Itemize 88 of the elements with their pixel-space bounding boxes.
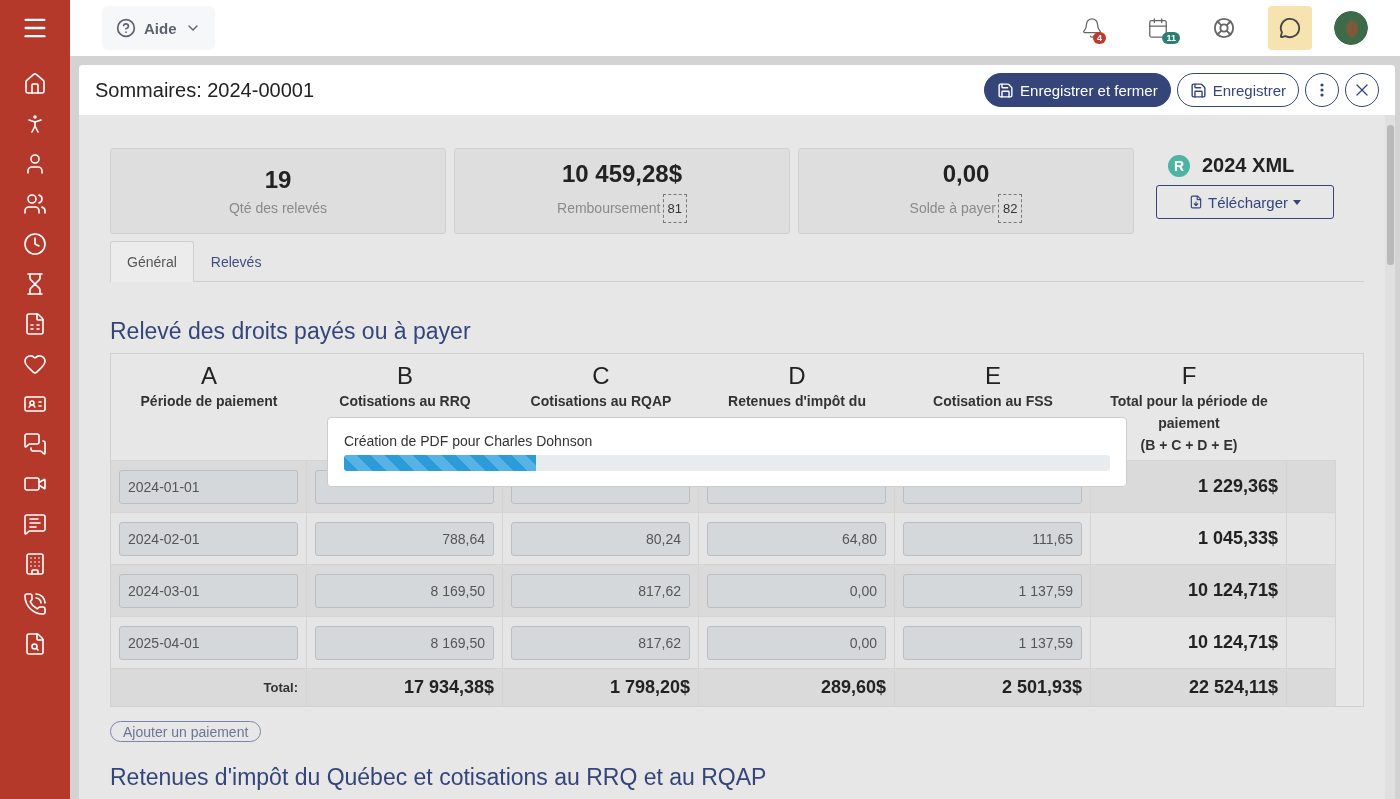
caret-icon (1293, 199, 1301, 205)
amount-field[interactable]: 0,00 (707, 573, 886, 608)
column-header: Cotisations au RRQ (339, 392, 471, 411)
column-letter: E (985, 362, 1001, 390)
column-total: 2 501,93$ (1001, 677, 1082, 698)
notification-count: 4 (1093, 32, 1106, 44)
amount-field[interactable]: 1 137,59 (903, 625, 1082, 660)
stat-value: 19 (264, 166, 292, 194)
download-button[interactable]: Télécharger (1156, 185, 1334, 219)
save-close-button[interactable]: Enregistrer et fermer (984, 73, 1171, 107)
save-button[interactable]: Enregistrer (1176, 73, 1299, 107)
box-number: 81 (662, 193, 687, 223)
amount-field[interactable]: 0,00 (707, 625, 886, 660)
box-number: 82 (997, 193, 1023, 223)
column-note: (B + C + D + E) (1140, 436, 1238, 455)
column-letter: A (201, 362, 217, 390)
scrollbar[interactable] (1385, 115, 1395, 799)
column-total: 1 798,20$ (609, 677, 690, 698)
r-badge: R (1168, 154, 1190, 177)
phone-icon[interactable] (23, 592, 47, 616)
lifebuoy-icon (1213, 17, 1235, 39)
column-header: Cotisations au RQAP (530, 392, 672, 411)
column-header: Cotisation au FSS (933, 392, 1053, 411)
spreadsheet-icon[interactable] (23, 312, 47, 336)
row-total: 10 124,71$ (1187, 580, 1278, 601)
xml-title: 2024 XML (1202, 154, 1295, 177)
column-letter: C (592, 362, 610, 390)
date-field[interactable]: 2025-04-01 (119, 625, 298, 660)
row-total: 1 045,33$ (1197, 528, 1278, 549)
report-search-icon[interactable] (23, 632, 47, 656)
help-icon (116, 18, 136, 38)
amount-field[interactable]: 817,62 (511, 625, 690, 660)
column-header: Retenues d'impôt du (728, 392, 866, 411)
amount-field[interactable]: 80,24 (511, 521, 690, 556)
calendar-button[interactable]: 11 (1136, 6, 1180, 50)
column-header: Total pour la période de paiement (1109, 392, 1269, 433)
heart-icon[interactable] (23, 352, 47, 376)
column-letter: D (788, 362, 806, 390)
column-letter: B (397, 362, 413, 390)
amount-field[interactable]: 111,65 (903, 521, 1082, 556)
save-icon (997, 81, 1015, 99)
total-label: Total: (263, 680, 298, 695)
column-letter: F (1181, 362, 1197, 390)
message-icon[interactable] (23, 512, 47, 536)
calendar-icon (1147, 17, 1169, 39)
save-icon (1189, 81, 1207, 99)
date-field[interactable]: 2024-01-01 (119, 469, 298, 504)
more-button[interactable] (1305, 73, 1339, 107)
chat-button[interactable] (1268, 6, 1312, 50)
more-icon (1320, 83, 1324, 97)
amount-field[interactable]: 817,62 (511, 573, 690, 608)
column-header: Période de paiement (140, 392, 278, 411)
help-button[interactable]: Aide (102, 6, 215, 50)
column-total: 17 934,38$ (403, 677, 494, 698)
tab[interactable]: Général (110, 241, 194, 282)
stat-label: Remboursement (557, 200, 661, 216)
date-field[interactable]: 2024-02-01 (119, 521, 298, 556)
home-icon[interactable] (23, 72, 47, 96)
clock-icon[interactable] (23, 232, 47, 256)
notifications-button[interactable]: 4 (1070, 6, 1114, 50)
chat-bubbles-icon[interactable] (23, 432, 47, 456)
row-total: 1 229,36$ (1197, 476, 1278, 497)
amount-field[interactable]: 8 169,50 (315, 573, 494, 608)
column-total: 289,60$ (820, 677, 886, 698)
stat-value: 0,00 (942, 159, 990, 188)
avatar[interactable] (1334, 11, 1368, 45)
date-field[interactable]: 2024-03-01 (119, 573, 298, 608)
chat-icon (1279, 17, 1301, 39)
tab[interactable]: Relevés (193, 241, 279, 282)
file-download-icon (1188, 195, 1203, 209)
amount-field[interactable]: 1 137,59 (903, 573, 1082, 608)
close-button[interactable] (1345, 73, 1379, 107)
column-total: 22 524,11$ (1188, 677, 1278, 698)
stat-label: Solde à payer (909, 200, 996, 216)
users-icon[interactable] (23, 192, 47, 216)
panel-title: Sommaires: 2024-00001 (95, 78, 314, 102)
row-total: 10 124,71$ (1187, 632, 1278, 653)
stat-value: 10 459,28$ (561, 159, 683, 188)
progress-message: Création de PDF pour Charles Dohnson (344, 433, 594, 449)
amount-field[interactable]: 8 169,50 (315, 625, 494, 660)
stat-label: Qté des relevés (228, 200, 328, 216)
calendar-count: 11 (1162, 32, 1180, 44)
bell-icon (1081, 17, 1103, 39)
amount-field[interactable]: 788,64 (315, 521, 494, 556)
building-icon[interactable] (23, 552, 47, 576)
amount-field[interactable]: 64,80 (707, 521, 886, 556)
section-title: Relevé des droits payés ou à payer (110, 318, 472, 345)
section-title: Retenues d'impôt du Québec et cotisations au RRQ et au RQAP (110, 764, 768, 791)
